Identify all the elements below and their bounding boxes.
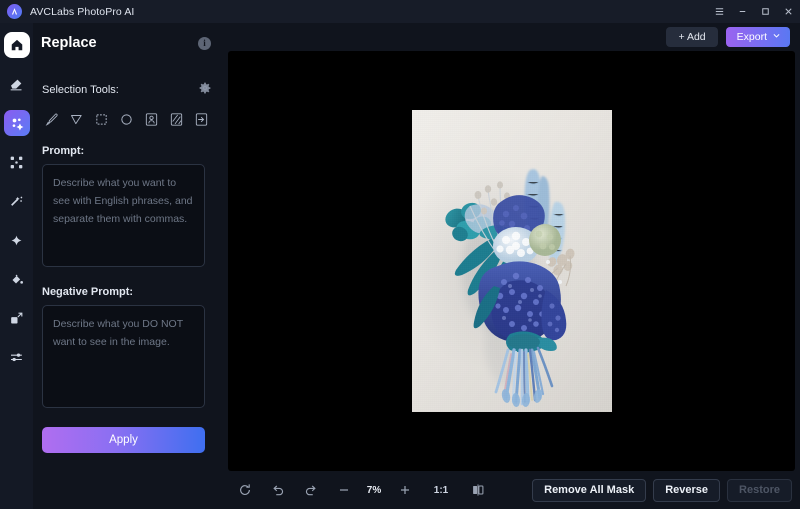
title-bar: AVCLabs PhotoPro AI [0,0,800,23]
main-header: + Add Export [223,23,800,51]
app-window: AVCLabs PhotoPro AI Replace i Selection … [0,0,800,509]
apply-button[interactable]: Apply [42,427,205,453]
preview-image[interactable] [411,110,612,412]
selection-tools-label: Selection Tools: [42,84,119,96]
rail-item-expand[interactable] [4,149,30,175]
rail-item-adjust[interactable] [4,344,30,370]
avclabs-logo-icon [7,4,22,19]
minimize-icon[interactable] [731,0,754,23]
negative-prompt-input[interactable] [42,305,205,408]
info-icon[interactable]: i [198,36,211,50]
prompt-section: Prompt: [33,145,223,272]
left-panel: Replace i Selection Tools: Prompt: Descr… [33,23,223,509]
rail-item-home[interactable] [3,32,30,58]
selection-tools-list [33,110,223,129]
export-button[interactable]: Export [725,27,790,47]
import-mask-icon[interactable] [192,110,211,129]
main-area: + Add Export 7% 1:1 Remove All Mask Reve… [223,23,800,509]
rail-item-erase[interactable] [4,71,30,97]
negative-prompt-section: Negative Prompt: [33,286,223,413]
negative-prompt-label: Negative Prompt: [42,286,134,298]
ellipse-select-icon[interactable] [117,110,136,129]
zoom-in-button[interactable] [388,477,421,503]
lasso-pointer-icon[interactable] [67,110,86,129]
app-title: AVCLabs PhotoPro AI [30,5,135,18]
page-title: Replace [41,35,97,51]
zoom-controls: 7% 1:1 [228,477,494,503]
rectangle-select-icon[interactable] [92,110,111,129]
selection-tools-row: Selection Tools: [33,77,223,103]
tool-rail [0,23,33,509]
reverse-button[interactable]: Reverse [653,478,721,502]
reset-rotate-icon[interactable] [228,477,261,503]
undo-icon[interactable] [261,477,294,503]
bottom-toolbar: 7% 1:1 Remove All Mask Reverse Restore [228,475,795,505]
rail-item-colorize[interactable] [4,266,30,292]
maximize-icon[interactable] [754,0,777,23]
rail-item-upscale[interactable] [4,305,30,331]
panel-header: Replace i [33,23,223,63]
hamburger-menu-icon[interactable] [708,0,731,23]
chevron-down-icon [772,31,781,43]
fit-ratio-value: 1:1 [433,484,449,496]
brush-icon[interactable] [42,110,61,129]
gear-icon[interactable] [199,81,211,99]
rail-item-replace[interactable] [3,110,30,136]
remove-all-mask-button[interactable]: Remove All Mask [532,478,647,502]
window-controls [708,0,800,23]
export-label: Export [736,31,767,43]
image-canvas[interactable] [228,51,795,471]
redo-icon[interactable] [294,477,327,503]
rail-item-enhance[interactable] [4,227,30,253]
zoom-out-button[interactable] [327,477,360,503]
restore-button: Restore [727,478,792,502]
compare-split-icon[interactable] [461,477,494,503]
rail-item-retouch[interactable] [4,188,30,214]
photo-grain-overlay [411,110,612,412]
mask-action-buttons: Remove All Mask Reverse Restore [532,478,795,502]
select-subject-icon[interactable] [142,110,161,129]
prompt-input[interactable] [42,164,205,267]
prompt-label: Prompt: [42,145,85,157]
fit-ratio-button[interactable]: 1:1 [421,477,461,503]
close-icon[interactable] [777,0,800,23]
add-button[interactable]: + Add [666,27,718,47]
select-background-icon[interactable] [167,110,186,129]
zoom-level-value[interactable]: 7% [360,485,388,496]
